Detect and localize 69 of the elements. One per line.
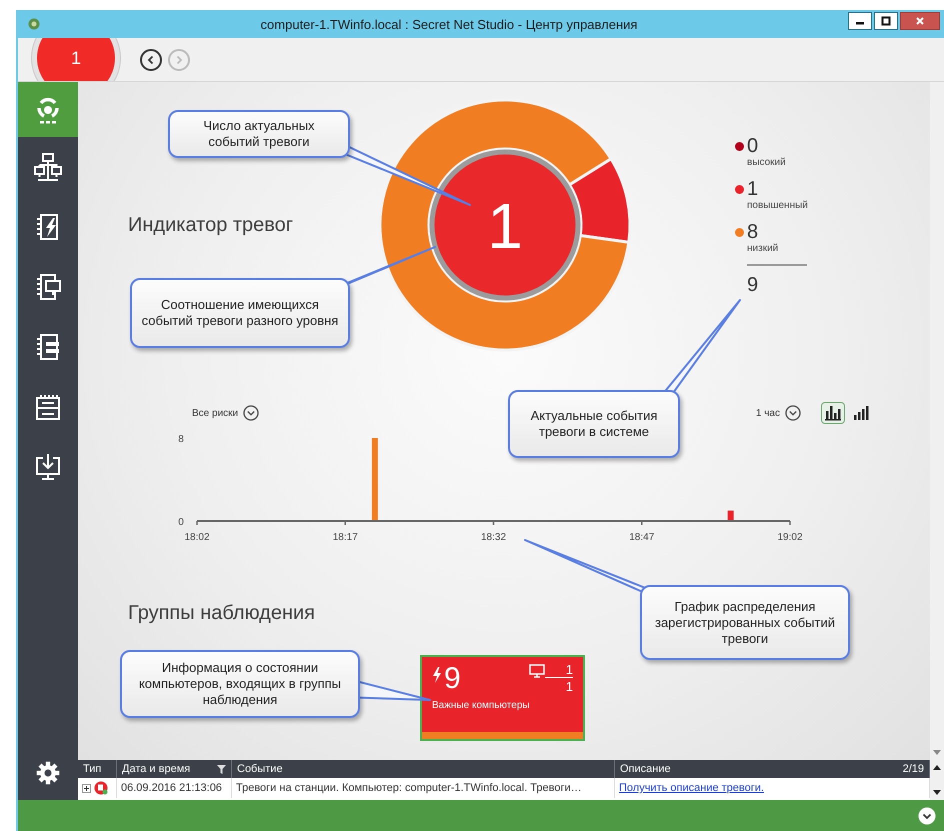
column-header: Тип [78,760,117,778]
group-tile[interactable]: 9 1 1 Важные компьютеры [420,655,585,741]
callout: Информация о состоянии компьютеров, входящих в группы наблюдения [120,650,360,718]
table-cell: Тревоги на станции. Компьютер: computer-1.TWinfo.local. Тревоги… [232,778,615,798]
legend-count: 1 [747,178,760,200]
ascending-bars-icon [852,404,870,422]
plus-icon [82,784,91,792]
axis-tick-label: 0 [178,517,184,528]
window-title: computer-1.TWinfo.local : Secret Net Studio - Центр управления [260,16,638,32]
network-icon [33,152,63,182]
expand-toggle[interactable] [82,784,91,792]
legend-total: 9 [747,274,758,297]
maximize-button[interactable] [874,12,898,30]
monitor-download-icon [33,452,63,482]
scroll-down-icon [932,790,942,796]
bar-chart-icon [824,404,842,422]
alarm-indicator[interactable]: 1 [32,38,120,81]
risk-filter-dropdown[interactable]: Все риски [192,405,260,421]
legend-label: низкий [747,243,778,254]
axis-tick-label: 18:47 [629,532,654,543]
axis-tick-label: 18:17 [332,532,358,543]
maximize-icon [881,16,891,26]
legend-label: высокий [747,157,786,168]
scroll-up-icon [932,764,942,770]
scroll-down-icon [933,750,941,756]
settings-icon [35,760,61,786]
chevron-down-icon [243,405,260,421]
expand-button[interactable] [918,806,936,824]
rack-icon [33,392,63,422]
close-icon [915,16,925,26]
section-title: Индикатор тревог [128,214,294,236]
table-cell: 06.09.2016 21:13:06 [117,778,232,798]
alarm-count: 9 [444,663,461,695]
legend-count: 0 [747,135,760,157]
section-title: Группы наблюдения [128,602,315,625]
legend-count: 8 [747,221,760,243]
group-name: Важные компьютеры [432,700,530,711]
page-counter: 2/19 [902,763,924,775]
axis-tick-label: 19:02 [777,532,803,543]
axis-tick-label: 18:32 [480,532,506,543]
close-button[interactable] [900,12,940,30]
alarm-icon [94,781,108,795]
computer-count: 1 [545,663,573,678]
chevron-down-icon [785,405,801,421]
callout: Соотношение имеющихся событий тревоги разного уровня [130,278,350,348]
chart-bar [728,510,734,520]
callout: График распределения зарегистрированных событий тревоги [640,585,850,660]
minimize-button[interactable] [848,12,872,30]
column-header: Дата и время [122,763,190,775]
callout: Актуальные события тревоги в системе [508,390,680,458]
chevron-down-icon [918,806,936,824]
axis-tick-label: 8 [178,434,184,445]
legend-label: повышенный [747,200,808,211]
column-header: Событие [232,760,615,778]
chevron-icon [174,55,184,65]
callout: Число актуальных событий тревоги [168,110,350,158]
back-button[interactable] [140,49,162,71]
period-dropdown[interactable]: 1 час [756,405,801,421]
link[interactable]: Получить описание тревоги. [619,782,764,794]
chevron-icon [146,55,156,65]
alarm-count: 1 [487,190,523,262]
computer-total: 1 [564,680,573,694]
column-header: Описание [620,763,671,775]
axis-tick-label: 18:02 [184,532,210,543]
app-icon [28,18,40,30]
chart-view-button[interactable] [821,402,845,424]
monitor-icon [529,664,545,678]
filter-icon [217,764,226,774]
lightning-icon [432,667,442,683]
